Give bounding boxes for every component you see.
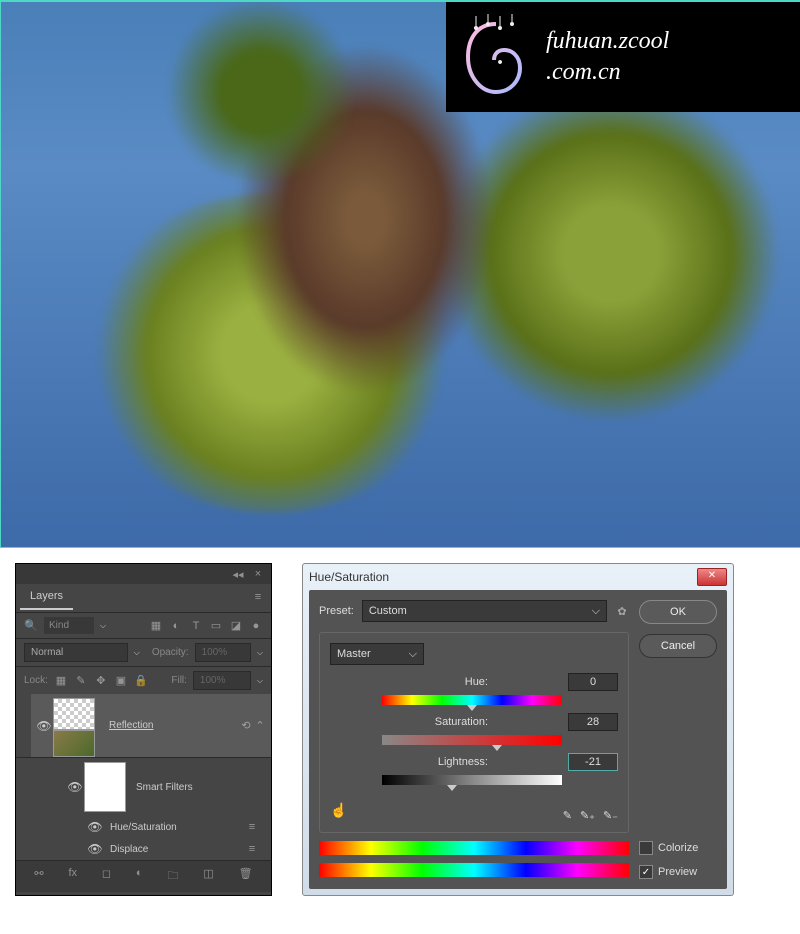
visibility-toggle-icon[interactable]: 👁 — [66, 780, 84, 794]
hue-slider[interactable] — [382, 695, 562, 705]
shape-filter-icon[interactable]: ▭ — [209, 619, 223, 633]
opacity-value[interactable]: 100% — [195, 643, 251, 662]
smart-object-icon: ⟲ — [239, 719, 253, 733]
spectrum-bar-bottom — [319, 863, 629, 877]
lock-label: Lock: — [24, 675, 48, 686]
cancel-button[interactable]: Cancel — [639, 634, 717, 658]
watermark-line1: fuhuan.zcool — [546, 26, 669, 57]
filter-item-hue-sat[interactable]: 👁 Hue/Saturation ≡ — [16, 816, 271, 838]
group-icon[interactable]: 🗀 — [167, 867, 178, 886]
lightness-slider[interactable] — [382, 775, 562, 785]
preview-checkbox[interactable]: ✓ Preview — [639, 865, 717, 879]
visibility-toggle-icon[interactable]: 👁 — [35, 719, 53, 733]
filter-toggle-icon[interactable]: ● — [249, 619, 263, 633]
lightness-label: Lightness: — [330, 756, 488, 768]
preset-select[interactable]: Custom — [362, 600, 607, 622]
spectrum-bar-top — [319, 841, 629, 855]
saturation-input[interactable] — [568, 713, 618, 731]
type-filter-icon[interactable]: T — [189, 619, 203, 633]
pixel-filter-icon[interactable]: ▦ — [149, 619, 163, 633]
preset-menu-icon[interactable]: ✿ — [615, 604, 629, 618]
saturation-slider[interactable] — [382, 735, 562, 745]
colorize-label: Colorize — [658, 842, 698, 854]
fill-label: Fill: — [171, 675, 187, 686]
filter-options-icon[interactable]: ≡ — [245, 842, 259, 856]
link-layers-icon[interactable]: ⚯ — [34, 867, 43, 886]
search-icon: 🔍 — [24, 619, 38, 633]
lock-brush-icon[interactable]: ✎ — [74, 674, 88, 688]
watermark-logo-icon — [456, 12, 536, 102]
lock-artboard-icon[interactable]: ▣ — [114, 674, 128, 688]
collapse-icon[interactable]: ◂◂ — [231, 567, 245, 581]
delete-layer-icon[interactable]: 🗑 — [239, 867, 253, 886]
opacity-label: Opacity: — [152, 647, 189, 658]
lock-position-icon[interactable]: ✥ — [94, 674, 108, 688]
panel-menu-icon[interactable]: ≡ — [245, 584, 271, 610]
eyedropper-add-icon[interactable]: ✎₊ — [580, 809, 595, 822]
visibility-toggle-icon[interactable]: 👁 — [86, 842, 104, 856]
saturation-label: Saturation: — [330, 716, 488, 728]
close-icon[interactable]: × — [251, 567, 265, 581]
layers-panel: ◂◂ × Layers ≡ 🔍 ⌵ ▦ ◐ T ▭ ◪ ● Normal ⌵ O… — [15, 563, 272, 896]
layer-mask-icon[interactable]: ◻ — [102, 867, 111, 886]
hue-input[interactable] — [568, 673, 618, 691]
eyedropper-icon[interactable]: ✎ — [563, 809, 572, 822]
smart-filters-row[interactable]: 👁 Smart Filters — [16, 757, 271, 816]
lock-all-icon[interactable]: 🔒 — [134, 674, 148, 688]
colorize-checkbox[interactable]: Colorize — [639, 841, 717, 855]
hue-saturation-dialog: Hue/Saturation ✕ Preset: Custom ✿ Master… — [302, 563, 734, 896]
filter-item-displace[interactable]: 👁 Displace ≡ — [16, 838, 271, 860]
filter-name: Hue/Saturation — [110, 822, 177, 833]
lightness-input[interactable] — [568, 753, 618, 771]
layers-tab[interactable]: Layers — [20, 584, 73, 610]
visibility-toggle-icon[interactable]: 👁 — [86, 820, 104, 834]
canvas-area[interactable]: fuhuan.zcool .com.cn — [0, 0, 800, 548]
lock-transparent-icon[interactable]: ▦ — [54, 674, 68, 688]
filter-mask-thumbnail[interactable] — [84, 762, 126, 812]
watermark-line2: .com.cn — [546, 57, 669, 88]
watermark-banner: fuhuan.zcool .com.cn — [446, 2, 800, 112]
channel-select[interactable]: Master — [330, 643, 424, 665]
preset-label: Preset: — [319, 605, 354, 617]
layer-style-icon[interactable]: fx — [69, 867, 78, 886]
layer-mask-thumbnail[interactable] — [53, 698, 95, 730]
layer-name[interactable]: Reflection — [109, 720, 153, 731]
filter-options-icon[interactable]: ≡ — [245, 820, 259, 834]
adjustment-layer-icon[interactable]: ◐ — [136, 867, 143, 886]
kind-filter[interactable] — [44, 617, 94, 634]
targeted-adjust-icon[interactable]: ☝ — [330, 802, 347, 819]
close-button[interactable]: ✕ — [697, 568, 727, 586]
layer-reflection[interactable]: 👁 Reflection ⟲ ⌃ — [16, 694, 271, 757]
smart-filters-label: Smart Filters — [136, 782, 193, 793]
fill-value[interactable]: 100% — [193, 671, 251, 690]
expand-icon[interactable]: ⌃ — [253, 719, 267, 733]
smart-filter-icon[interactable]: ◪ — [229, 619, 243, 633]
layer-thumbnail[interactable] — [53, 730, 95, 757]
dialog-title: Hue/Saturation — [309, 570, 389, 584]
eyedropper-subtract-icon[interactable]: ✎₋ — [603, 809, 618, 822]
ok-button[interactable]: OK — [639, 600, 717, 624]
preview-label: Preview — [658, 866, 697, 878]
adjustment-filter-icon[interactable]: ◐ — [169, 619, 183, 633]
blend-mode-select[interactable]: Normal — [24, 643, 128, 662]
checkbox-icon — [639, 841, 653, 855]
new-layer-icon[interactable]: ◫ — [203, 867, 213, 886]
checkbox-checked-icon: ✓ — [639, 865, 653, 879]
filter-name: Displace — [110, 844, 148, 855]
hue-label: Hue: — [330, 676, 488, 688]
